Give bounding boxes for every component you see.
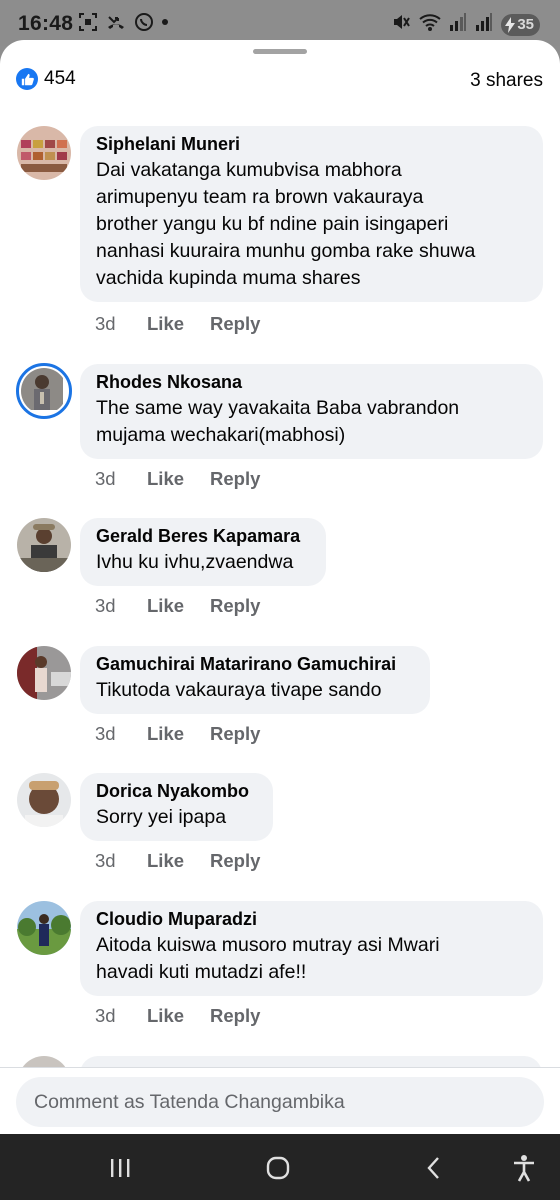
comment-actions: 3d Like Reply (95, 468, 260, 490)
home-icon[interactable] (256, 1152, 300, 1184)
comment-time[interactable]: 3d (95, 468, 147, 490)
reply-button[interactable]: Reply (210, 468, 260, 490)
comment-time[interactable]: 3d (95, 313, 147, 335)
reply-button[interactable]: Reply (210, 313, 260, 335)
mute-icon (391, 12, 411, 37)
like-button[interactable]: Like (147, 1005, 210, 1027)
comment-bubble[interactable]: Rhodes Nkosana The same way yavakaita Ba… (80, 364, 543, 459)
comment-author[interactable]: Dorica Nyakombo (96, 780, 257, 802)
avatar[interactable] (17, 518, 71, 572)
comment-time[interactable]: 3d (95, 850, 147, 872)
comment-time[interactable]: 3d (95, 1005, 147, 1027)
comment-author[interactable]: Gerald Beres Kapamara (96, 525, 310, 547)
avatar[interactable] (17, 901, 71, 955)
like-icon (16, 68, 38, 90)
avatar[interactable] (17, 126, 71, 180)
comment-text: Dai vakatanga kumubvisa mabhora arimupen… (96, 159, 476, 289)
comment-actions: 3d Like Reply (95, 313, 260, 335)
notification-dot-icon (162, 19, 168, 25)
avatar[interactable] (17, 773, 71, 827)
comment-author[interactable]: Rhodes Nkosana (96, 371, 527, 393)
reply-button[interactable]: Reply (210, 595, 260, 617)
comment-actions: 3d Like Reply (95, 723, 260, 745)
comment-text: Sorry yei ipapa (96, 806, 227, 828)
comment-time[interactable]: 3d (95, 595, 147, 617)
comment-input[interactable]: Comment as Tatenda Changambika (16, 1077, 544, 1127)
wifi-icon (419, 12, 441, 37)
comment-author[interactable]: Siphelani Muneri (96, 133, 527, 155)
comment-time[interactable]: 3d (95, 723, 147, 745)
avatar[interactable] (17, 646, 71, 700)
back-icon[interactable] (412, 1152, 456, 1184)
comment-text: Tikutoda vakauraya tivape sando (96, 679, 382, 701)
comment-bubble[interactable]: Siphelani Muneri Dai vakatanga kumubvisa… (80, 126, 543, 302)
drag-handle[interactable] (253, 49, 307, 54)
battery-indicator: 35 (501, 13, 540, 36)
reply-button[interactable]: Reply (210, 850, 260, 872)
avatar[interactable] (16, 363, 72, 419)
comment-actions: 3d Like Reply (95, 850, 260, 872)
comment-bubble[interactable]: Gerald Beres Kapamara Ivhu ku ivhu,zvaen… (80, 518, 326, 586)
reaction-count: 454 (44, 68, 76, 89)
like-button[interactable]: Like (147, 595, 210, 617)
screenshot-icon (78, 12, 98, 32)
comment-text: Aitoda kuiswa musoro mutray asi Mwari ha… (96, 934, 440, 983)
like-button[interactable]: Like (147, 723, 210, 745)
system-nav-bar (0, 1134, 560, 1200)
like-button[interactable]: Like (147, 313, 210, 335)
like-button[interactable]: Like (147, 468, 210, 490)
missed-call-icon (106, 12, 126, 32)
whatsapp-icon (134, 12, 154, 32)
comment-actions: 3d Like Reply (95, 595, 260, 617)
reaction-summary[interactable]: 454 (16, 68, 76, 90)
comment-author[interactable]: Gamuchirai Matarirano Gamuchirai (96, 653, 414, 675)
battery-level: 35 (517, 16, 534, 33)
recents-icon[interactable] (98, 1152, 142, 1184)
comment-text: The same way yavakaita Baba vabrandon mu… (96, 397, 460, 446)
status-time: 16:48 (18, 12, 74, 35)
accessibility-icon[interactable] (502, 1152, 546, 1184)
comments-sheet: 454 3 shares Siphelani Muneri Dai vakata… (0, 40, 560, 1134)
comment-composer: Comment as Tatenda Changambika (0, 1067, 560, 1134)
comment-author[interactable]: Cloudio Muparadzi (96, 908, 527, 930)
like-button[interactable]: Like (147, 850, 210, 872)
comment-bubble[interactable]: Cloudio Muparadzi Aitoda kuiswa musoro m… (80, 901, 543, 996)
comment-actions: 3d Like Reply (95, 1005, 260, 1027)
charging-bolt-icon (505, 16, 516, 33)
signal-2-icon (475, 12, 493, 37)
reply-button[interactable]: Reply (210, 723, 260, 745)
comment-bubble[interactable]: Dorica Nyakombo Sorry yei ipapa (80, 773, 273, 841)
comment-bubble[interactable]: Gamuchirai Matarirano Gamuchirai Tikutod… (80, 646, 430, 714)
signal-icon (449, 12, 467, 37)
shares-count[interactable]: 3 shares (470, 70, 543, 92)
comment-text: Ivhu ku ivhu,zvaendwa (96, 551, 294, 573)
reply-button[interactable]: Reply (210, 1005, 260, 1027)
